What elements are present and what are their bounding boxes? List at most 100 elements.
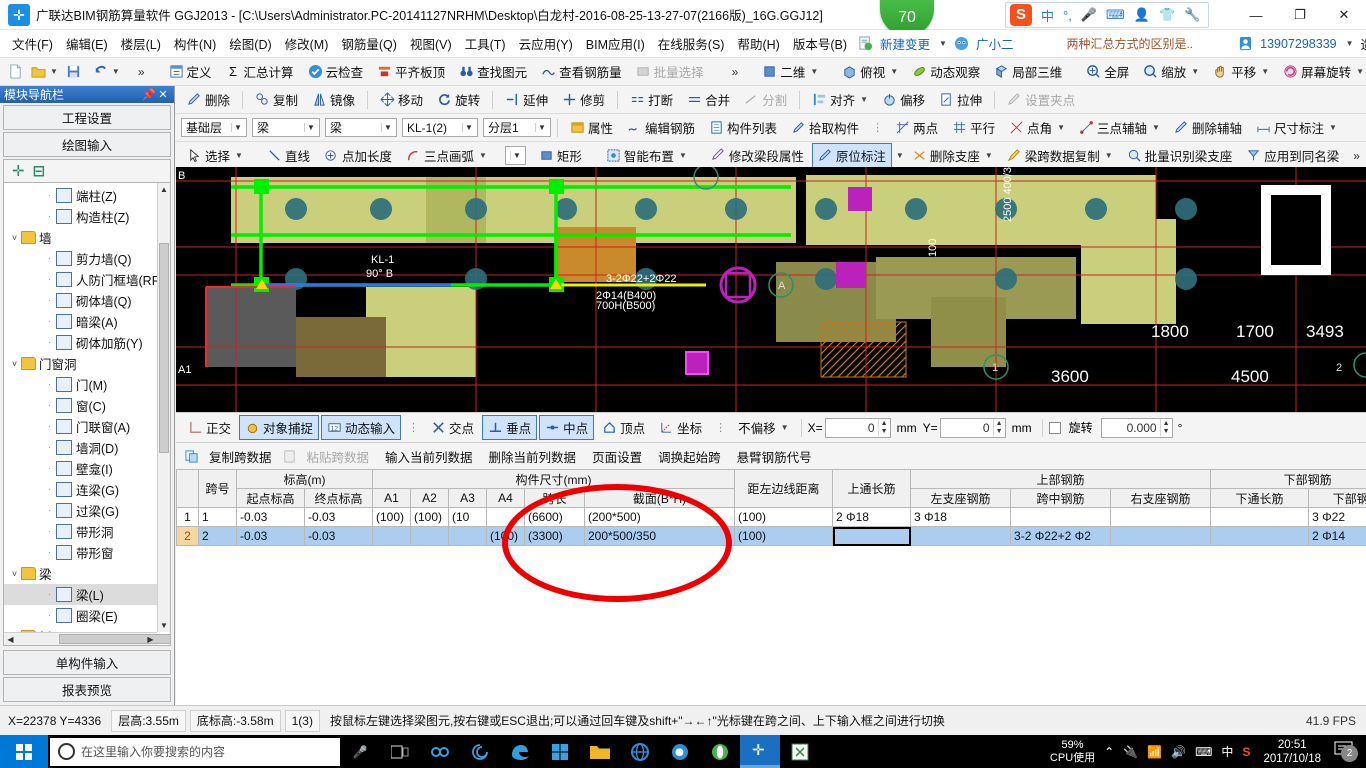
tree-scroll-up-icon[interactable]: ▲ [158,183,170,196]
cell-a1[interactable] [372,526,411,546]
intersection-toggle[interactable]: 交点 [425,415,480,440]
cell-a3[interactable] [448,526,487,546]
notification-center-button[interactable]: 2 [1334,740,1360,764]
cell-left-support[interactable] [910,526,1012,546]
midpoint-toggle[interactable]: 中点 [539,415,595,440]
th-left-support[interactable]: 左支座钢筋 [910,488,1012,508]
delete-support-button[interactable]: 删除支座 ▼ [906,143,999,168]
mirror-button[interactable]: 镜像 [306,87,361,112]
toolbar4-overflow[interactable]: » [1347,149,1366,163]
account-number[interactable]: 13907298339 [1254,33,1342,55]
member-list-button[interactable]: 构件列表 [703,115,783,140]
tree-vscroll-thumb[interactable] [159,243,169,453]
app-icon-ie[interactable] [620,735,660,768]
th-bottom-rebar[interactable]: 下部钢筋 [1308,488,1366,508]
cell-top-through-selected[interactable] [832,526,912,546]
parallel-button[interactable]: 平行 [946,115,1001,140]
tree-item[interactable]: · 圈梁(E) [4,605,157,626]
cell-a3[interactable]: (10 [448,507,487,527]
view-2d-button[interactable]: 二维 ▼ [756,59,824,84]
menu-draw[interactable]: 绘图(D) [223,30,277,57]
tree-item[interactable]: · 端柱(Z) [4,185,157,206]
cell-bottom-rebar[interactable]: 2 Φ14 [1308,526,1366,546]
menu-rebar[interactable]: 钢筋量(Q) [335,30,403,57]
align-button[interactable]: 对齐 ▼ [806,87,874,112]
x-offset-spinner-icon[interactable]: ▲ ▼ [877,419,890,436]
panel-pin-icon[interactable]: 📌 [142,88,156,101]
page-setup-button[interactable]: 页面设置 [586,445,648,468]
member-combo-caret-icon[interactable]: ▼ [462,123,475,132]
ime-skin-icon[interactable]: 👕 [1159,7,1175,23]
vertex-toggle[interactable]: 顶点 [596,415,651,440]
fullscreen-button[interactable]: 全屏 [1080,59,1135,84]
dimension-button[interactable]: 尺寸标注 ▼ [1250,115,1343,140]
cell-a4[interactable] [486,507,525,527]
dynamic-observe-button[interactable]: 动态观察 [906,59,986,84]
delete-support-caret-icon[interactable]: ▼ [985,151,993,160]
floor-combo[interactable]: 基础层 ▼ [181,118,247,137]
tree-item[interactable]: · 窗(C) [4,395,157,416]
offset-button[interactable]: 偏移 [876,87,931,112]
zoom-button[interactable]: 缩放 ▼ [1137,59,1205,84]
x-offset-input[interactable]: 0 ▲ ▼ [824,417,891,438]
tree-item[interactable]: · 连梁(G) [4,479,157,500]
cell-top-through[interactable]: 2 Φ18 [832,507,912,527]
menu-modify[interactable]: 修改(M) [279,30,335,57]
menu-help[interactable]: 帮助(H) [731,30,785,57]
cpu-usage-indicator[interactable]: 59% CPU使用 [1050,739,1095,765]
collapse-all-icon[interactable]: ⊟ [33,162,46,180]
pan-caret-icon[interactable]: ▼ [1261,67,1269,76]
copy-span-data-caret-icon[interactable]: ▼ [1105,151,1113,160]
move-button[interactable]: 移动 [374,87,429,112]
cell-section[interactable]: (200*500) [583,507,736,527]
keyboard-layout-icon[interactable]: ⌨ [1195,745,1212,759]
smart-layout-caret-icon[interactable]: ▼ [679,151,687,160]
tree-item[interactable]: · 砌体墙(Q) [4,290,157,311]
define-button[interactable]: 定义 [163,59,218,84]
th-group-member-size[interactable]: 构件尺寸(mm) [371,469,736,489]
single-member-input-button[interactable]: 单构件输入 [3,650,171,675]
cell-span-len[interactable]: (3300) [524,526,585,546]
cell-span-no[interactable]: 1 [198,507,237,527]
menu-online-service[interactable]: 在线服务(S) [652,30,731,57]
th-span-len[interactable]: 跨长 [524,488,585,508]
select-tool-button[interactable]: 选择 ▼ [181,143,249,168]
tree-item[interactable]: · 梁(L) [4,584,157,605]
three-point-arc-button[interactable]: 三点画弧 ▼ [400,143,493,168]
screen-rotate-button[interactable]: 屏幕旋转 ▼ [1277,59,1366,84]
th-a1[interactable]: A1 [372,488,411,508]
tree-vertical-scrollbar[interactable]: ▲ ▼ [157,183,170,632]
undo-icon[interactable] [93,64,108,79]
copy-span-data-grid-button[interactable]: 复制跨数据 [203,445,278,468]
expand-all-icon[interactable]: ✛ [12,162,25,180]
th-end-elev[interactable]: 终点标高 [304,488,373,508]
cantilever-code-button[interactable]: 悬臂钢筋代号 [731,445,818,468]
th-right-support[interactable]: 右支座钢筋 [1110,488,1212,508]
start-button[interactable] [0,735,48,768]
th-section[interactable]: 截面(B*H) [583,488,736,508]
category-combo-caret-icon[interactable]: ▼ [304,123,317,132]
panel-close-icon[interactable]: ✕ [156,88,170,101]
th-group-top-rebar[interactable]: 上部钢筋 [910,469,1212,489]
ime-punctuation-icon[interactable]: °, [1063,8,1072,23]
tree-item[interactable]: · 构造柱(Z) [4,206,157,227]
input-current-col-button[interactable]: 输入当前列数据 [379,445,479,468]
open-file-caret-icon[interactable]: ▼ [50,67,58,76]
merge-button[interactable]: 合并 [681,87,736,112]
coin-balance[interactable]: 造价豆:0 [1355,30,1366,57]
undo-caret-icon[interactable]: ▼ [112,67,120,76]
select-tool-caret-icon[interactable]: ▼ [235,151,243,160]
rotate-checkbox[interactable] [1048,421,1061,434]
tree-item[interactable]: ˅ 墙 [4,227,157,248]
ime-mic-icon[interactable]: 🎤 [1081,7,1097,23]
tb3-grip[interactable]: ⋮ [872,121,883,134]
app-icon-ggj-active[interactable]: ✛ [740,735,780,768]
draw-style-combo-caret-icon[interactable]: ▼ [509,151,523,160]
tree-item[interactable]: · 门(M) [4,374,157,395]
tree-expand-chevron-icon[interactable]: ˅ [8,233,21,243]
toolbar1-overflow-mid[interactable]: » [726,65,745,79]
member-combo[interactable]: KL-1(2) ▼ [402,118,478,137]
toolbar-undo-overflow[interactable]: » [132,65,151,79]
sogou-tray-icon[interactable]: S [1242,745,1250,759]
delete-button[interactable]: 删除 [181,87,236,112]
